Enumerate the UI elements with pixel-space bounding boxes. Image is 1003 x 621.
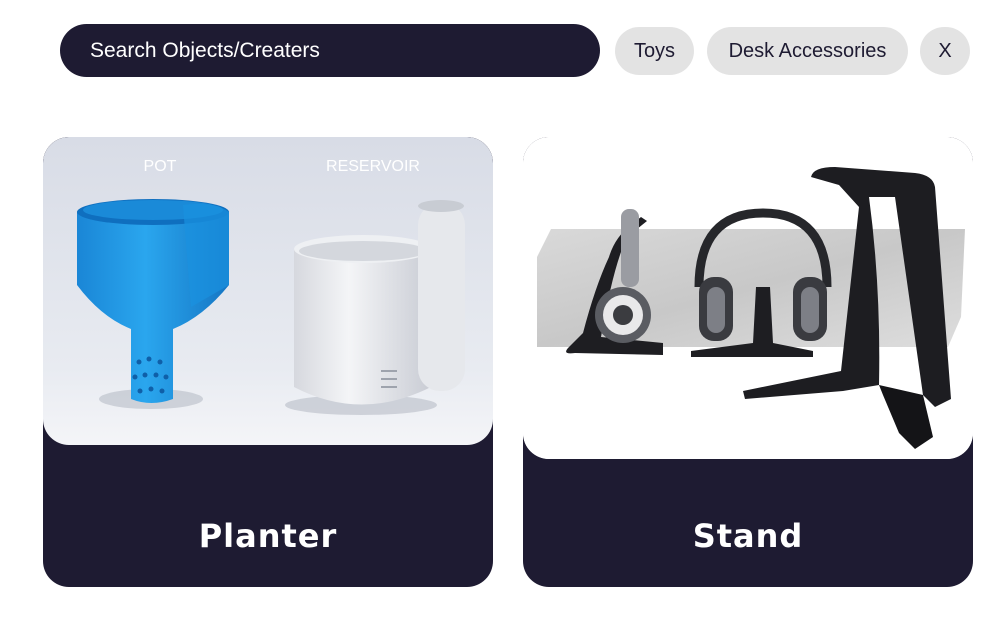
object-card-stand[interactable]: Stand [523,137,973,587]
card-title: Stand [692,517,804,555]
search-bar[interactable] [60,24,600,77]
reservoir-label: RESERVOIR [326,158,420,175]
planter-image: POT RESERVOIR [43,137,493,445]
object-card-planter[interactable]: POT RESERVOIR Planter [43,137,493,587]
search-input[interactable] [90,38,570,63]
filter-chip-toys[interactable]: Toys [615,27,694,75]
clear-filters-button[interactable]: X [920,27,970,75]
filter-chip-desk-accessories[interactable]: Desk Accessories [707,27,908,75]
stand-image [523,137,973,459]
card-title: Planter [198,517,338,555]
pot-label: POT [144,158,177,175]
